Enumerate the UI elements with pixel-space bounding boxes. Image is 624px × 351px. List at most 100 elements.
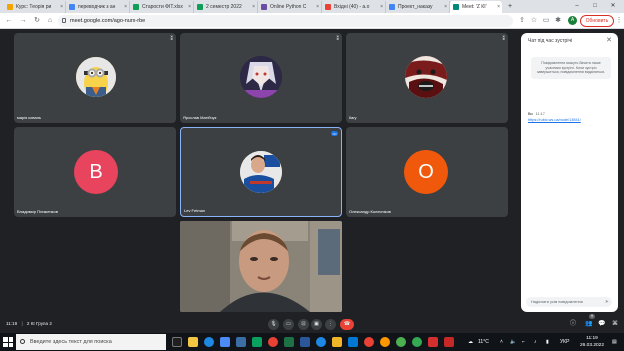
participant-tile[interactable]: марія коваль ⁑	[14, 33, 176, 123]
close-tab-icon[interactable]: ×	[252, 1, 255, 13]
browser-tab[interactable]: перевод­чик з ан ×	[66, 1, 130, 13]
participant-tile-active[interactable]: ••• Lev Fetman	[180, 127, 342, 217]
activities-icon[interactable]: ⌘	[610, 319, 620, 330]
edge-icon[interactable]	[204, 337, 214, 347]
notifications-icon[interactable]: ▤	[612, 333, 617, 351]
language-indicator[interactable]: УКР	[560, 333, 569, 351]
browser-tab[interactable]: Вхідні (40) - a.o ×	[322, 1, 386, 13]
close-tab-icon[interactable]: ×	[316, 1, 319, 13]
tab-favicon-icon	[453, 4, 459, 10]
reload-icon[interactable]: ↻	[32, 16, 42, 26]
powerpoint-icon[interactable]	[444, 337, 454, 347]
meeting-time: 11:19	[6, 321, 18, 326]
captions-button[interactable]: ⊡	[298, 319, 309, 330]
file-explorer-icon[interactable]	[188, 337, 198, 347]
edge-dev-icon[interactable]	[316, 337, 326, 347]
back-arrow-icon[interactable]: ←	[4, 16, 14, 26]
send-icon[interactable]: ➤	[605, 297, 609, 307]
tray-chevron-icon[interactable]: ˄	[500, 333, 503, 351]
forward-arrow-icon[interactable]: →	[18, 16, 28, 26]
taskbar-search-input[interactable]: Введите здесь текст для поиска	[16, 334, 166, 350]
captions-icon: ⊡	[301, 321, 306, 327]
bookmark-star-icon[interactable]: ☆	[529, 16, 539, 26]
app-icon[interactable]	[252, 337, 262, 347]
minimize-button[interactable]: –	[570, 0, 584, 13]
participant-tile[interactable]: Ilary ⁑	[346, 33, 508, 123]
chrome-icon[interactable]	[268, 337, 278, 347]
weather-icon[interactable]: ☁	[468, 333, 473, 351]
close-tab-icon[interactable]: ×	[444, 1, 447, 13]
browser-tab[interactable]: Online Python C ×	[258, 1, 322, 13]
network-icon[interactable]: ⌐	[522, 333, 525, 351]
chrome-profile-2-icon[interactable]	[412, 337, 422, 347]
update-button[interactable]: Обновить	[580, 15, 614, 27]
teams-icon[interactable]	[348, 337, 358, 347]
excel-icon[interactable]	[284, 337, 294, 347]
maximize-button[interactable]: □	[588, 0, 602, 13]
chat-message-input[interactable]: Надіслати усім повідомлення ➤	[526, 297, 612, 307]
clock[interactable]: 11:19 26.03.2022	[580, 335, 604, 349]
url-input[interactable]: meet.google.com/ago-nurx-rbe	[58, 15, 513, 27]
more-vert-icon: ⋮	[328, 321, 333, 327]
chrome-profile-icon[interactable]	[396, 337, 406, 347]
chat-message-link[interactable]: https://rubic.ws.ua/node/13841/	[528, 118, 581, 122]
more-options-button[interactable]: ⋮	[325, 319, 336, 330]
participant-tile[interactable]: O Олександр Колесніков	[346, 127, 508, 217]
firefox-icon[interactable]	[380, 337, 390, 347]
close-tab-icon[interactable]: ×	[380, 1, 383, 13]
home-icon[interactable]: ⌂	[45, 16, 55, 26]
participant-name: Олександр Колесніков	[349, 209, 391, 214]
browser-tab[interactable]: 2 семестр 2022 ×	[194, 1, 258, 13]
taskbar: Введите здесь текст для поиска ☁ 11°C ˄ …	[0, 333, 624, 351]
browser-tab[interactable]: Курс: Теорія ри ×	[4, 1, 66, 13]
camera-icon: ▭	[286, 321, 291, 327]
windows-start-icon[interactable]	[3, 337, 13, 347]
speaker-icon[interactable]: ♪	[534, 333, 537, 351]
close-window-button[interactable]: ✕	[606, 0, 620, 13]
chat-panel: Чат під час зустрічі ✕ Повідомлення можу…	[521, 33, 618, 312]
extensions-icon[interactable]: ✱	[553, 16, 563, 26]
browser-tab-active[interactable]: Meet: 'Z КІ' ×	[450, 1, 502, 13]
video-icon[interactable]: ▭	[541, 16, 551, 26]
mail-icon[interactable]	[236, 337, 246, 347]
new-tab-button[interactable]: +	[503, 0, 517, 13]
mic-muted-icon: ⁑	[502, 36, 506, 42]
close-icon[interactable]: ✕	[606, 36, 612, 44]
participant-tile[interactable]: B Владимир Плиженков	[14, 127, 176, 217]
close-tab-icon[interactable]: ×	[497, 1, 500, 13]
opera-icon[interactable]	[364, 337, 374, 347]
tab-favicon-icon	[325, 4, 331, 10]
info-icon[interactable]: ⓘ	[568, 319, 578, 330]
people-icon[interactable]: 👥	[584, 319, 594, 330]
close-tab-icon[interactable]: ×	[60, 1, 63, 13]
chat-message-header: Ви 11:17	[528, 112, 545, 116]
participant-name: марія коваль	[17, 115, 42, 120]
participant-tile[interactable]: Ярослав Матійчук ⁑	[180, 33, 342, 123]
main-video[interactable]	[180, 221, 342, 312]
browser-tab[interactable]: Старости ФІТ.xlsx ×	[130, 1, 194, 13]
clock-time: 11:19	[586, 336, 598, 341]
address-bar-row: ← → ↻ ⌂ meet.google.com/ago-nurx-rbe ⇪ ☆…	[0, 13, 624, 29]
leave-call-button[interactable]: ☎	[340, 319, 354, 330]
menu-dots-icon[interactable]: ⋮	[614, 16, 624, 26]
battery-icon[interactable]: ▮	[546, 333, 549, 351]
present-button[interactable]: ▣	[311, 319, 322, 330]
chat-icon[interactable]: 💬	[597, 319, 607, 330]
camera-toggle-button[interactable]: ▭	[283, 319, 294, 330]
letter-avatar: O	[404, 150, 448, 194]
store-icon[interactable]	[220, 337, 230, 347]
mic-toggle-button[interactable]: 🎙	[268, 319, 279, 330]
browser-tab[interactable]: Проект_наказу ×	[386, 1, 450, 13]
profile-avatar[interactable]: A	[568, 16, 577, 25]
temperature[interactable]: 11°C	[478, 333, 489, 351]
chat-title: Чат під час зустрічі	[528, 38, 573, 44]
pdf-reader-icon[interactable]	[428, 337, 438, 347]
volume-icon[interactable]: 🔈	[510, 333, 516, 351]
share-icon[interactable]: ⇪	[517, 16, 527, 26]
meeting-name: 2 КІ Група 2	[26, 321, 52, 326]
word-icon[interactable]	[300, 337, 310, 347]
close-tab-icon[interactable]: ×	[124, 1, 127, 13]
sticky-notes-icon[interactable]	[332, 337, 342, 347]
task-view-icon[interactable]	[172, 337, 182, 347]
close-tab-icon[interactable]: ×	[188, 1, 191, 13]
